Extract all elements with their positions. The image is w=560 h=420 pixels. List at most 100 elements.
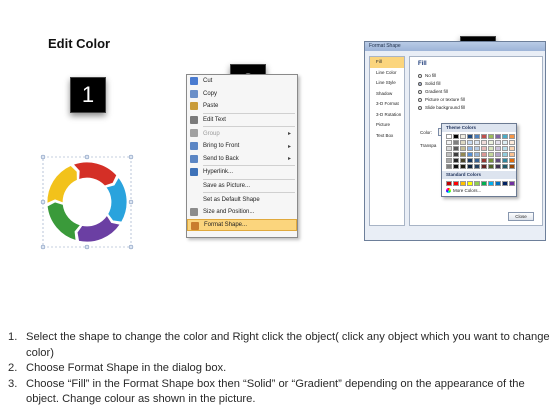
menu-item-hyperlink[interactable]: Hyperlink... [187,166,297,179]
menu-item-format-shape[interactable]: Format Shape... [187,218,297,232]
ring-segment[interactable] [72,161,118,187]
color-swatch[interactable] [495,146,501,151]
color-swatch[interactable] [467,140,473,145]
close-button[interactable]: Close [508,212,534,221]
color-swatch[interactable] [481,158,487,163]
color-swatch[interactable] [495,181,501,186]
color-swatch[interactable] [481,134,487,139]
color-swatch[interactable] [467,152,473,157]
color-swatch[interactable] [488,146,494,151]
color-swatch[interactable] [460,152,466,157]
category-fill[interactable]: Fill [370,57,404,68]
color-swatch[interactable] [495,152,501,157]
category-3d-rotation[interactable]: 3-D Rotation [370,110,404,121]
menu-item-send-to-back[interactable]: Send to Back ▸ [187,153,297,166]
color-swatch[interactable] [481,140,487,145]
option-slide-background-fill[interactable]: Slide background fill [418,105,465,110]
selection-handle[interactable] [128,199,134,205]
selection-handle[interactable] [128,244,134,250]
category-text-box[interactable]: Text Box [370,131,404,142]
color-swatch[interactable] [446,152,452,157]
color-swatch[interactable] [467,164,473,169]
option-gradient-fill[interactable]: Gradient fill [418,89,448,94]
color-swatch[interactable] [460,140,466,145]
color-swatch[interactable] [446,181,452,186]
color-swatch[interactable] [474,140,480,145]
color-swatch[interactable] [474,164,480,169]
color-swatch[interactable] [509,164,515,169]
color-swatch[interactable] [453,158,459,163]
menu-item-size-and-position[interactable]: Size and Position... [187,206,297,219]
color-swatch[interactable] [509,146,515,151]
color-swatch[interactable] [502,181,508,186]
color-swatch[interactable] [502,158,508,163]
color-swatch[interactable] [488,152,494,157]
color-swatch[interactable] [453,134,459,139]
more-colors-link[interactable]: More Colors... [446,188,481,193]
selection-handle[interactable] [84,154,90,160]
color-swatch[interactable] [467,146,473,151]
color-swatch[interactable] [474,158,480,163]
category-line-style[interactable]: Line Style [370,78,404,89]
color-swatch[interactable] [446,140,452,145]
category-picture[interactable]: Picture [370,120,404,131]
color-swatch[interactable] [502,140,508,145]
color-swatch[interactable] [509,134,515,139]
menu-item-copy[interactable]: Copy [187,88,297,101]
color-swatch[interactable] [495,164,501,169]
menu-item-cut[interactable]: Cut [187,75,297,88]
color-swatch[interactable] [460,164,466,169]
selection-handle[interactable] [84,244,90,250]
color-swatch[interactable] [509,158,515,163]
option-solid-fill[interactable]: Solid fill [418,81,441,86]
color-swatch[interactable] [502,164,508,169]
menu-item-edit-text[interactable]: Edit Text [187,114,297,127]
color-swatch[interactable] [453,146,459,151]
category-line-color[interactable]: Line Color [370,68,404,79]
color-swatch[interactable] [453,181,459,186]
color-swatch[interactable] [481,181,487,186]
color-swatch[interactable] [446,158,452,163]
color-swatch[interactable] [509,140,515,145]
color-swatch[interactable] [488,181,494,186]
category-shadow[interactable]: Shadow [370,89,404,100]
color-swatch[interactable] [502,146,508,151]
category-3d-format[interactable]: 3-D Format [370,99,404,110]
color-swatch[interactable] [460,146,466,151]
color-swatch[interactable] [453,140,459,145]
ring-svg[interactable] [37,152,137,252]
selection-handle[interactable] [128,154,134,160]
selection-handle[interactable] [40,244,46,250]
ring-segment[interactable] [46,201,82,241]
color-swatch[interactable] [467,158,473,163]
color-swatch[interactable] [460,181,466,186]
selection-handle[interactable] [40,199,46,205]
color-swatch[interactable] [467,134,473,139]
color-swatch[interactable] [481,152,487,157]
color-swatch[interactable] [509,152,515,157]
color-swatch[interactable] [453,164,459,169]
color-swatch[interactable] [460,158,466,163]
color-swatch[interactable] [488,134,494,139]
color-swatch[interactable] [446,164,452,169]
color-swatch[interactable] [453,152,459,157]
color-swatch[interactable] [474,181,480,186]
color-swatch[interactable] [495,158,501,163]
color-swatch[interactable] [474,152,480,157]
menu-item-bring-to-front[interactable]: Bring to Front ▸ [187,140,297,153]
color-swatch[interactable] [502,152,508,157]
selection-handle[interactable] [40,154,46,160]
color-swatch[interactable] [446,134,452,139]
option-picture-fill[interactable]: Picture or texture fill [418,97,465,102]
color-swatch[interactable] [481,146,487,151]
color-swatch[interactable] [502,134,508,139]
menu-item-save-as-picture[interactable]: Save as Picture... [187,180,297,193]
color-swatch[interactable] [467,181,473,186]
menu-item-set-default-shape[interactable]: Set as Default Shape [187,193,297,206]
color-swatch[interactable] [460,134,466,139]
color-swatch[interactable] [495,134,501,139]
color-swatch[interactable] [488,164,494,169]
color-swatch[interactable] [474,146,480,151]
color-swatch[interactable] [509,181,515,186]
color-swatch[interactable] [495,140,501,145]
